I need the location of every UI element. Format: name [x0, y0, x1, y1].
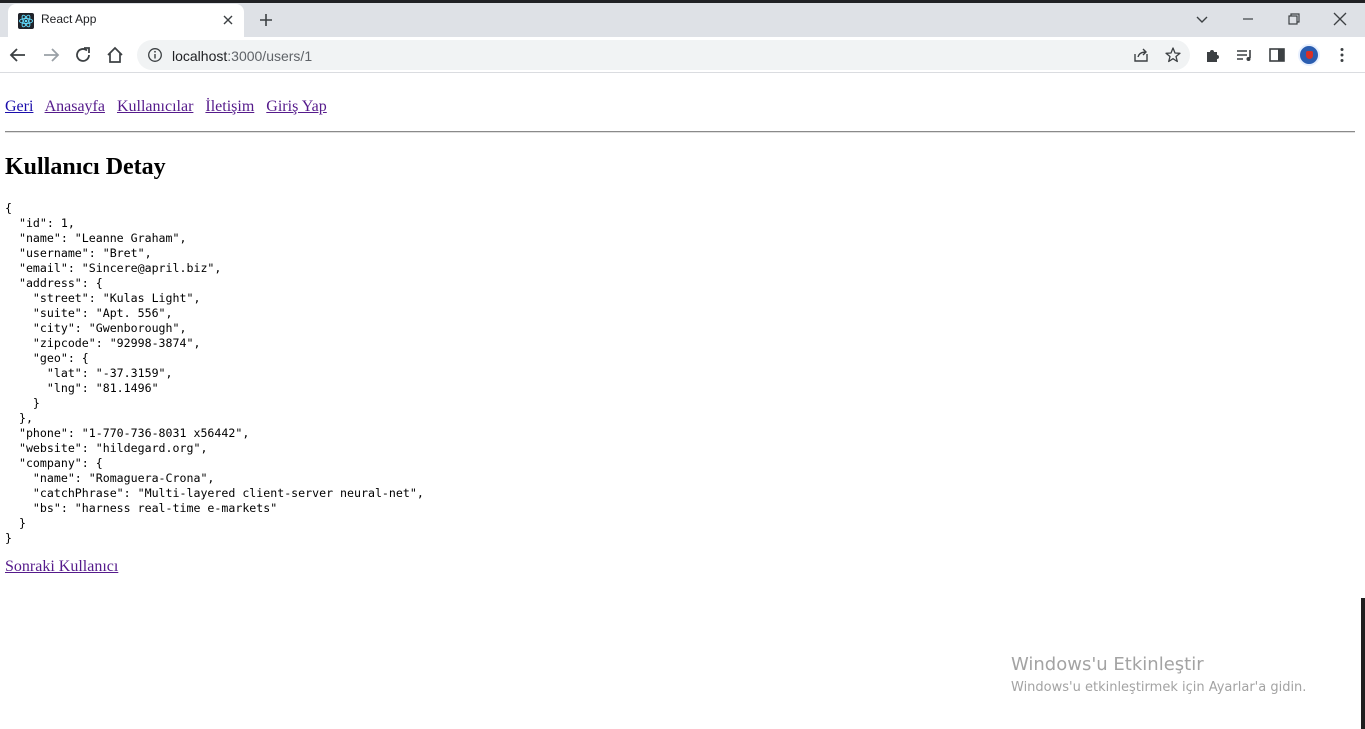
new-tab-icon[interactable] [256, 10, 276, 30]
nav-link-users[interactable]: Kullanıcılar [117, 98, 193, 115]
background-window-edge [1361, 598, 1365, 729]
nav-link-back[interactable]: Geri [5, 98, 33, 115]
forward-arrow-icon[interactable] [40, 44, 62, 66]
reload-icon[interactable] [72, 44, 94, 66]
window-top-edge [0, 0, 1365, 3]
windows-activation-subtitle: Windows'u etkinleştirmek için Ayarlar'a … [1011, 680, 1307, 695]
side-panel-icon[interactable] [1266, 44, 1288, 66]
tab-search-chevron-icon[interactable] [1191, 8, 1213, 30]
tab-close-icon[interactable] [220, 12, 236, 28]
nav-link-home[interactable]: Anasayfa [45, 98, 105, 115]
close-window-icon[interactable] [1329, 8, 1351, 30]
address-bar[interactable]: localhost:3000/users/1 [137, 40, 1190, 70]
browser-toolbar: localhost:3000/users/1 [0, 37, 1365, 73]
page-title: Kullanıcı Detay [5, 154, 166, 180]
restore-icon[interactable] [1283, 8, 1305, 30]
home-icon[interactable] [104, 44, 126, 66]
nav-link-contact[interactable]: İletişim [205, 98, 254, 115]
react-logo-icon [18, 13, 34, 29]
windows-activation-title: Windows'u Etkinleştir [1011, 654, 1204, 675]
horizontal-divider [5, 131, 1355, 133]
page-content: Geri Anasayfa Kullanıcılar İletişim Giri… [0, 74, 1357, 729]
media-queue-icon[interactable] [1234, 44, 1256, 66]
next-user-link[interactable]: Sonraki Kullanıcı [5, 558, 118, 576]
avatar-badge-icon [1306, 51, 1313, 59]
back-arrow-icon[interactable] [7, 44, 29, 66]
nav-link-login[interactable]: Giriş Yap [266, 98, 326, 115]
url-text[interactable]: localhost:3000/users/1 [172, 48, 312, 64]
user-json-block: { "id": 1, "name": "Leanne Graham", "use… [5, 201, 424, 545]
minimize-icon[interactable] [1237, 8, 1259, 30]
site-info-icon[interactable] [147, 47, 163, 63]
top-nav: Geri Anasayfa Kullanıcılar İletişim Giri… [5, 98, 335, 116]
tab-title: React App [41, 12, 97, 26]
url-host: localhost [172, 48, 228, 64]
kebab-menu-icon[interactable] [1331, 44, 1353, 66]
profile-avatar[interactable] [1298, 44, 1320, 66]
url-path: :3000/users/1 [227, 48, 313, 64]
bookmark-star-icon[interactable] [1164, 46, 1182, 64]
extensions-puzzle-icon[interactable] [1202, 44, 1224, 66]
browser-tab[interactable]: React App [8, 4, 244, 37]
tab-strip: React App [0, 0, 1365, 37]
share-icon[interactable] [1132, 46, 1150, 64]
